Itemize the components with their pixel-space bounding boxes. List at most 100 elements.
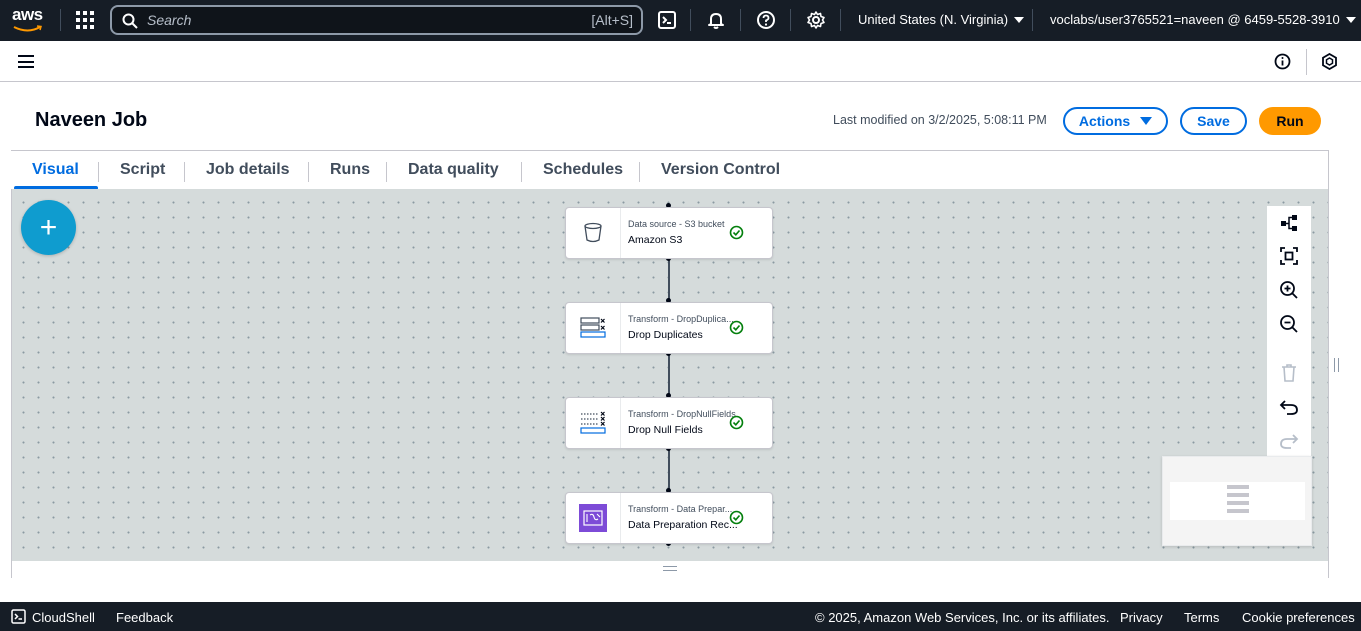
info-icon[interactable] bbox=[1274, 53, 1291, 70]
fit-view-icon[interactable] bbox=[1279, 246, 1299, 266]
check-circle-icon bbox=[729, 320, 744, 335]
search-placeholder: Search bbox=[147, 12, 192, 28]
drop-null-fields-icon bbox=[580, 411, 606, 434]
node-data-preparation[interactable]: Transform - Data Prepar... Data Preparat… bbox=[565, 492, 773, 544]
tab-schedules[interactable]: Schedules bbox=[543, 161, 623, 179]
tab-visual[interactable]: Visual bbox=[32, 161, 79, 179]
tab-divider bbox=[98, 162, 99, 182]
aws-logo-text: aws bbox=[12, 5, 43, 24]
top-navigation: aws Search [Alt+S] United States (N. Vir… bbox=[0, 0, 1361, 41]
panel-border bbox=[1328, 150, 1329, 578]
actions-button[interactable]: Actions bbox=[1063, 107, 1168, 135]
minimap-node bbox=[1227, 501, 1249, 505]
zoom-in-icon[interactable] bbox=[1279, 280, 1299, 300]
search-icon bbox=[122, 13, 138, 29]
tab-data-quality[interactable]: Data quality bbox=[408, 161, 499, 179]
job-tabs: Visual Script Job details Runs Data qual… bbox=[11, 150, 1329, 190]
help-icon[interactable] bbox=[756, 10, 776, 30]
redo-icon[interactable] bbox=[1279, 431, 1299, 451]
menu-icon[interactable] bbox=[18, 55, 34, 68]
check-circle-icon bbox=[729, 225, 744, 240]
data-prep-icon bbox=[579, 504, 607, 532]
save-button[interactable]: Save bbox=[1180, 107, 1247, 135]
cookie-preferences-link[interactable]: Cookie preferences bbox=[1242, 610, 1355, 625]
nav-divider bbox=[740, 9, 741, 31]
zoom-out-icon[interactable] bbox=[1279, 314, 1299, 334]
page-title: Naveen Job bbox=[35, 109, 148, 131]
caret-down-icon bbox=[1345, 17, 1356, 23]
minimap-node bbox=[1227, 509, 1249, 513]
add-node-button[interactable]: + bbox=[21, 200, 76, 255]
nav-divider bbox=[60, 9, 61, 31]
node-amazon-s3[interactable]: Data source - S3 bucket Amazon S3 bbox=[565, 207, 773, 259]
minimap-node bbox=[1227, 493, 1249, 497]
resize-handle[interactable] bbox=[663, 566, 677, 571]
nav-divider bbox=[790, 9, 791, 31]
edge-connector bbox=[668, 353, 670, 394]
undo-icon[interactable] bbox=[1279, 397, 1299, 417]
tab-divider bbox=[639, 162, 640, 182]
actions-label: Actions bbox=[1078, 113, 1131, 129]
layout-icon[interactable] bbox=[1279, 213, 1299, 233]
nav-divider bbox=[690, 9, 691, 31]
canvas-minimap[interactable] bbox=[1162, 456, 1312, 546]
bucket-icon bbox=[584, 222, 602, 243]
node-icon-box bbox=[566, 493, 621, 543]
caret-down-icon bbox=[1140, 117, 1153, 125]
node-name: Drop Null Fields bbox=[628, 424, 703, 436]
node-name: Amazon S3 bbox=[628, 234, 683, 246]
node-name: Data Preparation Rec... bbox=[628, 519, 738, 531]
node-kind: Transform - DropNullFields bbox=[628, 409, 736, 419]
node-drop-duplicates[interactable]: Transform - DropDuplica... Drop Duplicat… bbox=[565, 302, 773, 354]
aws-logo[interactable]: aws bbox=[12, 6, 46, 34]
node-drop-null-fields[interactable]: Transform - DropNullFields Drop Null Fie… bbox=[565, 397, 773, 449]
cloudshell-icon[interactable] bbox=[11, 609, 26, 624]
node-icon-box bbox=[566, 208, 621, 258]
copyright-text: © 2025, Amazon Web Services, Inc. or its… bbox=[815, 610, 1110, 625]
tab-divider bbox=[386, 162, 387, 182]
tab-divider bbox=[521, 162, 522, 182]
subbar-divider bbox=[1306, 49, 1307, 75]
tab-divider bbox=[184, 162, 185, 182]
bell-icon[interactable] bbox=[706, 10, 726, 30]
check-circle-icon bbox=[729, 510, 744, 525]
tab-runs[interactable]: Runs bbox=[330, 161, 370, 179]
caret-down-icon bbox=[1014, 17, 1025, 23]
services-grid-icon[interactable] bbox=[76, 11, 94, 29]
edge-connector bbox=[668, 258, 670, 299]
console-footer: CloudShell Feedback © 2025, Amazon Web S… bbox=[0, 602, 1361, 631]
check-circle-icon bbox=[729, 415, 744, 430]
delete-icon[interactable] bbox=[1279, 363, 1299, 383]
search-input[interactable]: Search [Alt+S] bbox=[110, 5, 643, 35]
region-label: United States (N. Virginia) bbox=[858, 12, 1009, 27]
edge-connector bbox=[668, 448, 670, 489]
region-selector[interactable]: United States (N. Virginia) bbox=[858, 12, 1025, 27]
side-panel-handle[interactable] bbox=[1334, 358, 1339, 372]
node-kind: Data source - S3 bucket bbox=[628, 219, 725, 229]
node-icon-box bbox=[566, 303, 621, 353]
node-icon-box bbox=[566, 398, 621, 448]
privacy-link[interactable]: Privacy bbox=[1120, 610, 1163, 625]
search-shortcut: [Alt+S] bbox=[591, 12, 633, 28]
canvas-toolbar bbox=[1267, 206, 1311, 456]
tab-divider bbox=[308, 162, 309, 182]
node-kind: Transform - DropDuplica... bbox=[628, 314, 734, 324]
nav-divider bbox=[1032, 9, 1033, 31]
cloudshell-link[interactable]: CloudShell bbox=[32, 610, 95, 625]
account-menu[interactable]: voclabs/user3765521=naveen @ 6459-5528-3… bbox=[1050, 12, 1356, 27]
node-kind: Transform - Data Prepar... bbox=[628, 504, 733, 514]
cloudshell-icon[interactable] bbox=[657, 10, 677, 30]
hexagon-icon[interactable] bbox=[1321, 53, 1338, 70]
nav-divider bbox=[840, 9, 841, 31]
settings-icon[interactable] bbox=[806, 10, 826, 30]
node-name: Drop Duplicates bbox=[628, 329, 703, 341]
feedback-link[interactable]: Feedback bbox=[116, 610, 173, 625]
tab-script[interactable]: Script bbox=[120, 161, 165, 179]
tab-job-details[interactable]: Job details bbox=[206, 161, 290, 179]
tab-version-control[interactable]: Version Control bbox=[661, 161, 780, 179]
run-button[interactable]: Run bbox=[1259, 107, 1321, 135]
console-subbar bbox=[0, 41, 1361, 82]
drop-duplicates-icon bbox=[580, 317, 606, 338]
terms-link[interactable]: Terms bbox=[1184, 610, 1219, 625]
minimap-node bbox=[1227, 485, 1249, 489]
